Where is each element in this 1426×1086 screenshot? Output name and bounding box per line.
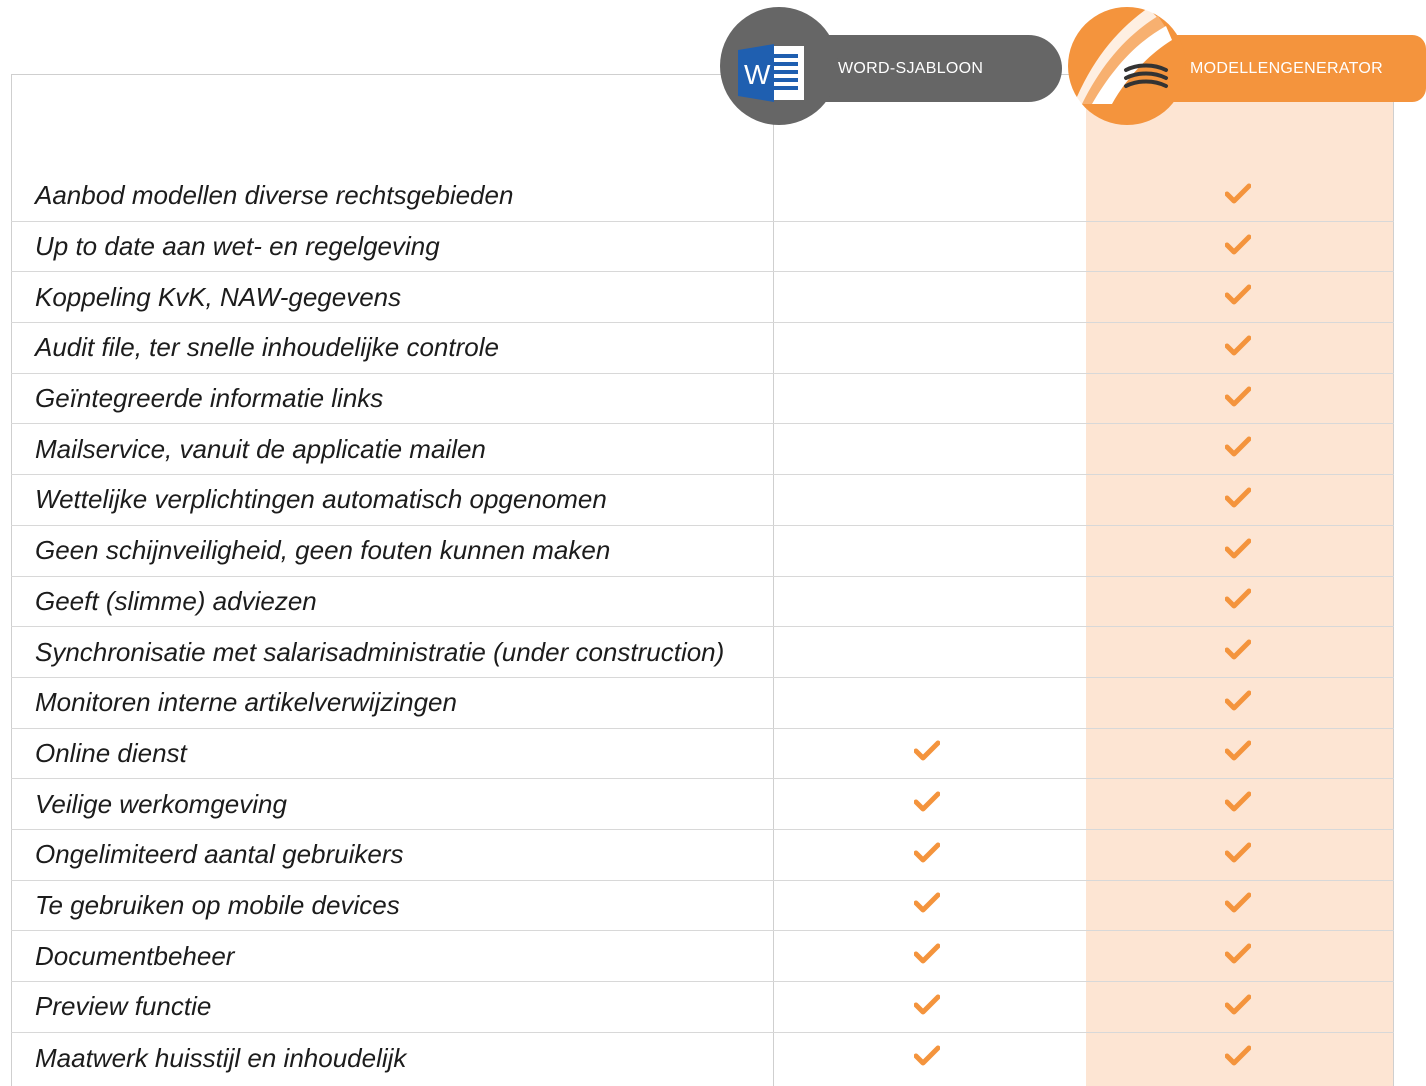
word-check-icon	[914, 740, 940, 766]
table-row: Audit file, ter snelle inhoudelijke cont…	[11, 323, 1394, 374]
table-row: Geeft (slimme) adviezen	[11, 577, 1394, 628]
generator-check-icon	[1225, 386, 1251, 412]
feature-label: Maatwerk huisstijl en inhoudelijk	[35, 1042, 407, 1073]
generator-check-icon	[1225, 234, 1251, 260]
generator-check-icon	[1225, 436, 1251, 462]
table-row: Monitoren interne artikelverwijzingen	[11, 678, 1394, 729]
generator-check-icon	[1225, 538, 1251, 564]
table-row: Geïntegreerde informatie links	[11, 374, 1394, 425]
word-sjabloon-label: WORD-SJABLOON	[838, 59, 984, 77]
feature-label: Preview functie	[35, 991, 212, 1022]
table-row: Ongelimiteerd aantal gebruikers	[11, 830, 1394, 881]
feature-label: Monitoren interne artikelverwijzingen	[35, 687, 457, 718]
table-row: Maatwerk huisstijl en inhoudelijk	[11, 1033, 1394, 1084]
generator-check-icon	[1225, 791, 1251, 817]
generator-check-icon	[1225, 740, 1251, 766]
generator-check-icon	[1225, 284, 1251, 310]
feature-label: Koppeling KvK, NAW-gegevens	[35, 281, 402, 312]
feature-label: Online dienst	[35, 737, 187, 768]
feature-label: Veilige werkomgeving	[35, 788, 287, 819]
feature-label: Mailservice, vanuit de applicatie mailen	[35, 433, 486, 464]
feature-label: Audit file, ter snelle inhoudelijke cont…	[35, 332, 499, 363]
generator-check-icon	[1225, 487, 1251, 513]
svg-text:W: W	[744, 59, 771, 90]
feature-label: Geen schijnveiligheid, geen fouten kunne…	[35, 535, 611, 566]
table-row: Online dienst	[11, 729, 1394, 780]
table-row: Mailservice, vanuit de applicatie mailen	[11, 424, 1394, 476]
generator-check-icon	[1225, 690, 1251, 716]
table-row: Up to date aan wet- en regelgeving	[11, 222, 1394, 273]
feature-label: Te gebruiken op mobile devices	[35, 889, 400, 920]
generator-check-icon	[1225, 588, 1251, 614]
modellengenerator-label: MODELLENGENERATOR	[1190, 59, 1383, 77]
feature-label: Aanbod modellen diverse rechtsgebieden	[35, 180, 514, 211]
word-check-icon	[914, 1045, 940, 1071]
feature-label: Documentbeheer	[35, 940, 235, 971]
word-check-icon	[914, 791, 940, 817]
feature-label: Wettelijke verplichtingen automatisch op…	[35, 484, 607, 515]
generator-check-icon	[1225, 842, 1251, 868]
table-row: Veilige werkomgeving	[11, 779, 1394, 830]
table-row: Synchronisatie met salarisadministratie …	[11, 627, 1394, 678]
feature-label: Synchronisatie met salarisadministratie …	[35, 636, 725, 667]
generator-check-icon	[1225, 183, 1251, 209]
word-check-icon	[914, 842, 940, 868]
word-check-icon	[914, 892, 940, 918]
table-row: Te gebruiken op mobile devices	[11, 881, 1394, 932]
feature-label: Ongelimiteerd aantal gebruikers	[35, 839, 404, 870]
generator-check-icon	[1225, 994, 1251, 1020]
generator-check-icon	[1225, 639, 1251, 665]
table-row: Preview functie	[11, 982, 1394, 1033]
feature-label: Up to date aan wet- en regelgeving	[35, 231, 440, 262]
table-row: Aanbod modellen diverse rechtsgebieden	[11, 171, 1394, 222]
word-check-icon	[914, 994, 940, 1020]
table-row: Wettelijke verplichtingen automatisch op…	[11, 475, 1394, 526]
comparison-rows: Aanbod modellen diverse rechtsgebieden Up…	[11, 171, 1394, 1083]
documents-stack-icon	[1062, 0, 1192, 115]
word-check-icon	[914, 943, 940, 969]
table-row: Geen schijnveiligheid, geen fouten kunne…	[11, 526, 1394, 577]
table-row: Documentbeheer	[11, 931, 1394, 982]
generator-check-icon	[1225, 335, 1251, 361]
word-doc-icon: W	[738, 44, 810, 107]
feature-label: Geeft (slimme) adviezen	[35, 585, 317, 616]
generator-check-icon	[1225, 1045, 1251, 1071]
generator-check-icon	[1225, 892, 1251, 918]
table-row: Koppeling KvK, NAW-gegevens	[11, 272, 1394, 324]
feature-label: Geïntegreerde informatie links	[35, 383, 384, 414]
generator-check-icon	[1225, 943, 1251, 969]
